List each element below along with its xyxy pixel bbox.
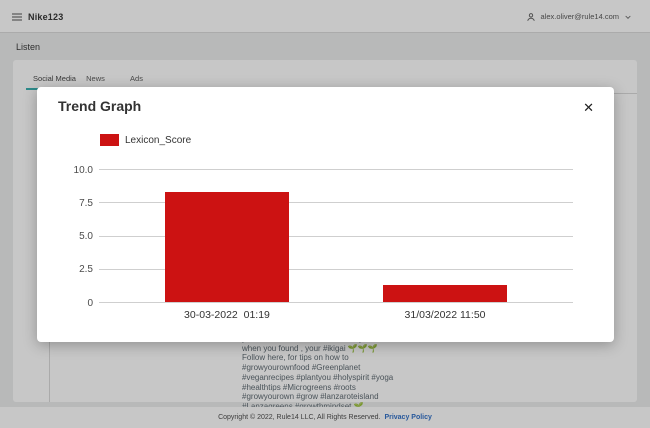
y-tick-label: 0: [37, 298, 93, 309]
y-tick-label: 5.0: [37, 231, 93, 242]
x-tick-label: 30-03-2022 01:19: [184, 309, 270, 321]
chart-legend-item[interactable]: Lexicon_Score: [100, 134, 191, 146]
modal-title: Trend Graph: [58, 98, 141, 114]
y-axis-labels: 10.07.55.02.50: [37, 170, 93, 303]
bar-lexicon_score[interactable]: [383, 285, 506, 302]
legend-label: Lexicon_Score: [125, 135, 191, 146]
bar-lexicon_score[interactable]: [165, 192, 288, 302]
y-tick-label: 2.5: [37, 264, 93, 275]
plot-area: [99, 170, 573, 303]
legend-swatch: [100, 134, 119, 146]
y-tick-label: 10.0: [37, 165, 93, 176]
close-icon[interactable]: ✕: [583, 101, 594, 114]
x-tick-label: 31/03/2022 11:50: [405, 309, 486, 321]
x-axis-labels: 30-03-2022 01:19 31/03/2022 11:50: [99, 309, 573, 325]
y-tick-label: 7.5: [37, 198, 93, 209]
gridline: [99, 302, 573, 303]
page: Nike123 alex.oliver@rule14.com Listen So…: [0, 0, 650, 428]
trend-graph-modal: Trend Graph ✕ Lexicon_Score 10.0 7.5 5.0 2.…: [37, 87, 614, 342]
gridline: [99, 169, 573, 170]
